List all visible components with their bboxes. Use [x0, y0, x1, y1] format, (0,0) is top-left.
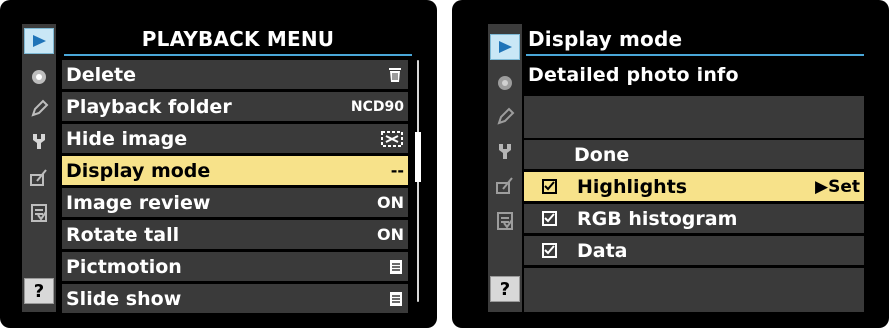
title-divider — [64, 54, 412, 56]
pictmotion-icon — [388, 252, 408, 281]
slideshow-icon — [388, 284, 408, 313]
menu-item-value: ON — [377, 225, 404, 244]
menu-item-label: Delete — [66, 63, 137, 86]
retouch-tab[interactable] — [24, 164, 54, 190]
pencil-icon — [497, 107, 515, 125]
playback-tab[interactable] — [490, 34, 520, 60]
menu-item-playback-folder[interactable]: Playback folder NCD90 — [62, 92, 408, 121]
set-action[interactable]: ▶Set — [815, 172, 864, 201]
help-tab[interactable]: ? — [490, 276, 520, 302]
my-menu-icon — [497, 212, 513, 230]
menu-item-delete[interactable]: Delete — [62, 60, 408, 89]
camera-icon — [32, 70, 46, 84]
checkbox[interactable] — [542, 211, 557, 226]
option-label: Highlights — [577, 175, 688, 198]
menu-item-rotate-tall[interactable]: Rotate tall ON — [62, 220, 408, 249]
help-tab[interactable]: ? — [24, 278, 54, 304]
menu-scrollbar[interactable] — [414, 60, 423, 302]
option-data[interactable]: Data — [524, 236, 864, 265]
check-icon — [544, 181, 555, 191]
wrench-icon — [499, 144, 511, 159]
trash-icon — [386, 60, 408, 89]
hide-image-icon — [380, 124, 408, 153]
empty-band — [524, 96, 864, 138]
menu-item-label: Slide show — [66, 287, 182, 310]
checkbox[interactable] — [542, 179, 557, 194]
menu-item-display-mode[interactable]: Display mode -- — [62, 156, 408, 185]
checkbox[interactable] — [542, 243, 557, 258]
setup-tab[interactable] — [24, 128, 54, 154]
menu-item-label: Rotate tall — [66, 223, 180, 246]
scroll-thumb[interactable] — [415, 132, 421, 182]
custom-settings-tab[interactable] — [24, 96, 54, 122]
my-menu-icon — [31, 204, 47, 222]
camera-icon — [498, 76, 512, 90]
setup-tab[interactable] — [490, 138, 520, 164]
playback-tab[interactable] — [24, 28, 54, 54]
playback-icon — [499, 41, 512, 53]
option-label: RGB histogram — [577, 207, 738, 230]
option-label: Data — [577, 239, 628, 262]
menu-title: PLAYBACK MENU — [141, 27, 335, 51]
display-mode-screen: ? Display mode Detailed photo info Done … — [452, 0, 889, 328]
option-label: Done — [574, 143, 630, 166]
option-highlights[interactable]: Highlights ▶Set — [524, 172, 864, 201]
pencil-icon — [31, 99, 49, 117]
menu-item-image-review[interactable]: Image review ON — [62, 188, 408, 217]
menu-item-label: Hide image — [66, 127, 188, 150]
wrench-icon — [33, 134, 45, 149]
help-icon: ? — [33, 280, 45, 302]
menu-item-pictmotion[interactable]: Pictmotion — [62, 252, 408, 281]
my-menu-tab[interactable] — [24, 200, 54, 226]
menu-item-label: Pictmotion — [66, 255, 182, 278]
menu-item-label: Playback folder — [66, 95, 232, 118]
option-done[interactable]: Done — [524, 140, 864, 169]
menu-item-label: Image review — [66, 191, 211, 214]
menu-item-hide-image[interactable]: Hide image — [62, 124, 408, 153]
menu-item-value: NCD90 — [350, 98, 404, 115]
retouch-tab[interactable] — [490, 172, 520, 198]
page-subtitle: Detailed photo info — [528, 64, 739, 86]
check-icon — [544, 245, 555, 255]
check-icon — [544, 213, 555, 223]
retouch-icon — [496, 177, 513, 194]
menu-item-value: -- — [390, 161, 404, 180]
menu-item-value: ON — [377, 193, 404, 212]
playback-menu-screen: ? PLAYBACK MENU Delete Playback folder N… — [0, 0, 437, 328]
my-menu-tab[interactable] — [490, 208, 520, 234]
custom-settings-tab[interactable] — [490, 104, 520, 130]
page-title: Display mode — [528, 27, 683, 51]
help-icon: ? — [499, 278, 511, 300]
menu-item-slide-show[interactable]: Slide show — [62, 284, 408, 313]
title-divider — [526, 54, 864, 56]
retouch-icon — [30, 169, 47, 186]
shooting-tab[interactable] — [490, 70, 520, 96]
menu-sidebar: ? — [22, 24, 56, 312]
menu-item-label: Display mode — [66, 159, 211, 182]
empty-band — [524, 268, 864, 312]
menu-sidebar: ? — [488, 24, 522, 312]
playback-icon — [33, 35, 46, 47]
shooting-tab[interactable] — [24, 64, 54, 90]
option-rgb-histogram[interactable]: RGB histogram — [524, 204, 864, 233]
